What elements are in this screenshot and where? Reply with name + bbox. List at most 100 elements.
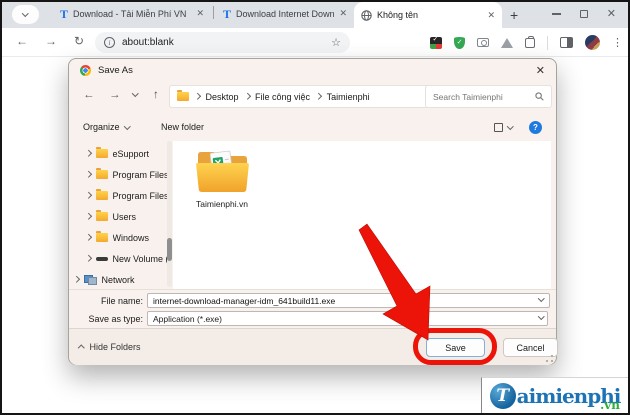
toolbar-divider <box>547 35 548 50</box>
dialog-command-bar: Organize New folder ? <box>69 113 556 141</box>
url-text[interactable]: about:blank <box>122 37 324 48</box>
reload-icon[interactable]: ↻ <box>74 34 84 48</box>
folder-icon <box>95 168 108 179</box>
maximize-button[interactable] <box>579 10 588 18</box>
tab-download-tai-mien-phi[interactable]: T Download - Tải Miễn Phí VN ✕ <box>53 1 211 26</box>
chevron-right-icon <box>243 93 250 100</box>
expand-chevron-icon[interactable] <box>85 171 92 178</box>
tab-download-idm[interactable]: T Download Internet Download ✕ <box>216 1 354 26</box>
tab-separator <box>213 5 214 19</box>
file-name-rows: File name: Save as type: Application (*.… <box>69 289 556 328</box>
idm-extension-icon[interactable] <box>430 35 442 49</box>
folder-icon <box>95 210 108 221</box>
chevron-right-icon <box>194 93 201 100</box>
extensions-puzzle-icon[interactable] <box>525 35 535 48</box>
expand-chevron-icon[interactable] <box>85 234 92 241</box>
chevron-down-icon <box>123 122 130 130</box>
file-name-label: File name: <box>100 296 143 306</box>
tree-scrollbar[interactable] <box>167 141 172 287</box>
view-options-chevron-icon[interactable] <box>506 122 513 130</box>
bookmark-star-icon[interactable]: ☆ <box>331 36 341 49</box>
globe-icon <box>361 9 372 21</box>
organize-button[interactable]: Organize <box>83 122 120 132</box>
screenshot-extension-icon[interactable] <box>477 38 489 47</box>
logo-tld: .vn <box>600 398 620 412</box>
dialog-close-icon[interactable]: ✕ <box>536 64 545 77</box>
expand-chevron-icon[interactable] <box>73 276 80 283</box>
tree-item-network[interactable]: Network <box>69 269 173 290</box>
tree-item-users[interactable]: Users <box>69 206 173 227</box>
search-input[interactable] <box>433 91 535 102</box>
drive-icon <box>95 256 108 261</box>
file-list-panel[interactable]: Taimienphi.vn <box>173 141 551 289</box>
expand-chevron-icon[interactable] <box>85 192 92 199</box>
search-box[interactable] <box>425 85 552 108</box>
new-tab-button[interactable]: + <box>510 7 518 23</box>
file-name-input[interactable] <box>147 293 550 308</box>
address-bar[interactable]: i about:blank ☆ <box>95 32 350 53</box>
scrollbar-thumb[interactable] <box>167 238 172 261</box>
browser-window: T Download - Tải Miễn Phí VN ✕ T Downloa… <box>0 0 630 415</box>
folder-icon <box>177 90 189 101</box>
shield-extension-icon[interactable]: ✓ <box>454 36 465 49</box>
help-icon[interactable]: ? <box>529 120 542 134</box>
close-tab-icon[interactable]: ✕ <box>196 8 204 19</box>
chrome-icon <box>80 64 91 76</box>
minimize-button[interactable] <box>551 13 561 15</box>
back-icon[interactable]: ← <box>16 34 28 48</box>
tab-khong-ten-active[interactable]: Không tên ✕ <box>354 2 502 28</box>
search-icon <box>535 92 544 101</box>
expand-chevron-icon[interactable] <box>85 150 92 157</box>
save-as-type-label: Save as type: <box>88 314 143 324</box>
taimienphi-favicon: T <box>223 6 232 21</box>
hide-folders-button[interactable]: Hide Folders <box>78 342 141 352</box>
new-folder-button[interactable]: New folder <box>161 122 204 132</box>
mountain-extension-icon[interactable] <box>501 37 513 48</box>
tree-item-new-volume[interactable]: New Volume ( <box>69 248 173 269</box>
tree-item-esupport[interactable]: eSupport <box>69 143 173 164</box>
nav-up-icon[interactable]: ↑ <box>153 89 159 101</box>
tree-item-program-files-x86[interactable]: Program Files <box>69 185 173 206</box>
chevron-down-icon <box>22 9 29 17</box>
resize-grip[interactable] <box>546 355 553 362</box>
dialog-title: Save As <box>98 64 133 76</box>
folder-item-label: Taimienphi.vn <box>196 199 248 209</box>
save-as-type-select[interactable]: Application (*.exe) <box>147 311 548 326</box>
forward-icon[interactable]: → <box>45 34 57 48</box>
close-window-button[interactable]: ✕ <box>607 8 616 20</box>
nav-back-icon[interactable]: ← <box>83 89 95 101</box>
tab-label: Không tên <box>377 10 419 20</box>
expand-chevron-icon[interactable] <box>85 213 92 220</box>
save-as-dialog: Save As ✕ ← → ↑ Desktop File công việc T… <box>68 58 558 365</box>
extensions-bar: ✓ ⋮ <box>430 32 623 53</box>
tree-item-program-files[interactable]: Program Files <box>69 164 173 185</box>
close-tab-icon[interactable]: ✕ <box>339 8 347 19</box>
nav-forward-icon[interactable]: → <box>109 89 121 101</box>
expand-chevron-icon[interactable] <box>85 255 92 262</box>
view-options-icon[interactable] <box>493 122 503 132</box>
tab-label: Download Internet Download <box>236 8 335 19</box>
breadcrumb-taimienphi[interactable]: Taimienphi <box>327 92 370 102</box>
page-info-icon[interactable]: i <box>104 37 115 48</box>
tree-item-windows[interactable]: Windows <box>69 227 173 248</box>
close-tab-icon[interactable]: ✕ <box>487 10 495 21</box>
network-icon <box>83 274 97 285</box>
breadcrumb-file-cong-viec[interactable]: File công việc <box>255 92 310 102</box>
folder-icon <box>95 231 108 242</box>
profile-avatar[interactable] <box>585 35 600 50</box>
logo-t-icon: T <box>489 382 516 409</box>
folder-icon <box>95 147 108 158</box>
breadcrumb-desktop[interactable]: Desktop <box>206 92 239 102</box>
side-panel-icon[interactable] <box>560 37 573 48</box>
files-area: eSupport Program Files Program Files Use… <box>69 141 556 289</box>
nav-recent-chevron-icon[interactable] <box>132 90 139 97</box>
folder-item-taimienphi[interactable]: Taimienphi.vn <box>185 147 259 209</box>
tab-strip: T Download - Tải Miễn Phí VN ✕ T Downloa… <box>0 0 630 28</box>
browser-toolbar: ← → ↻ i about:blank ☆ ✓ ⋮ <box>0 28 630 57</box>
overflow-menu-icon[interactable]: ⋮ <box>612 36 623 49</box>
large-folder-icon <box>196 150 249 192</box>
taimienphi-favicon: T <box>60 6 69 21</box>
tab-label: Download - Tải Miễn Phí VN <box>73 8 187 19</box>
tab-search-button[interactable] <box>12 4 39 24</box>
dialog-titlebar: Save As ✕ <box>69 59 556 81</box>
